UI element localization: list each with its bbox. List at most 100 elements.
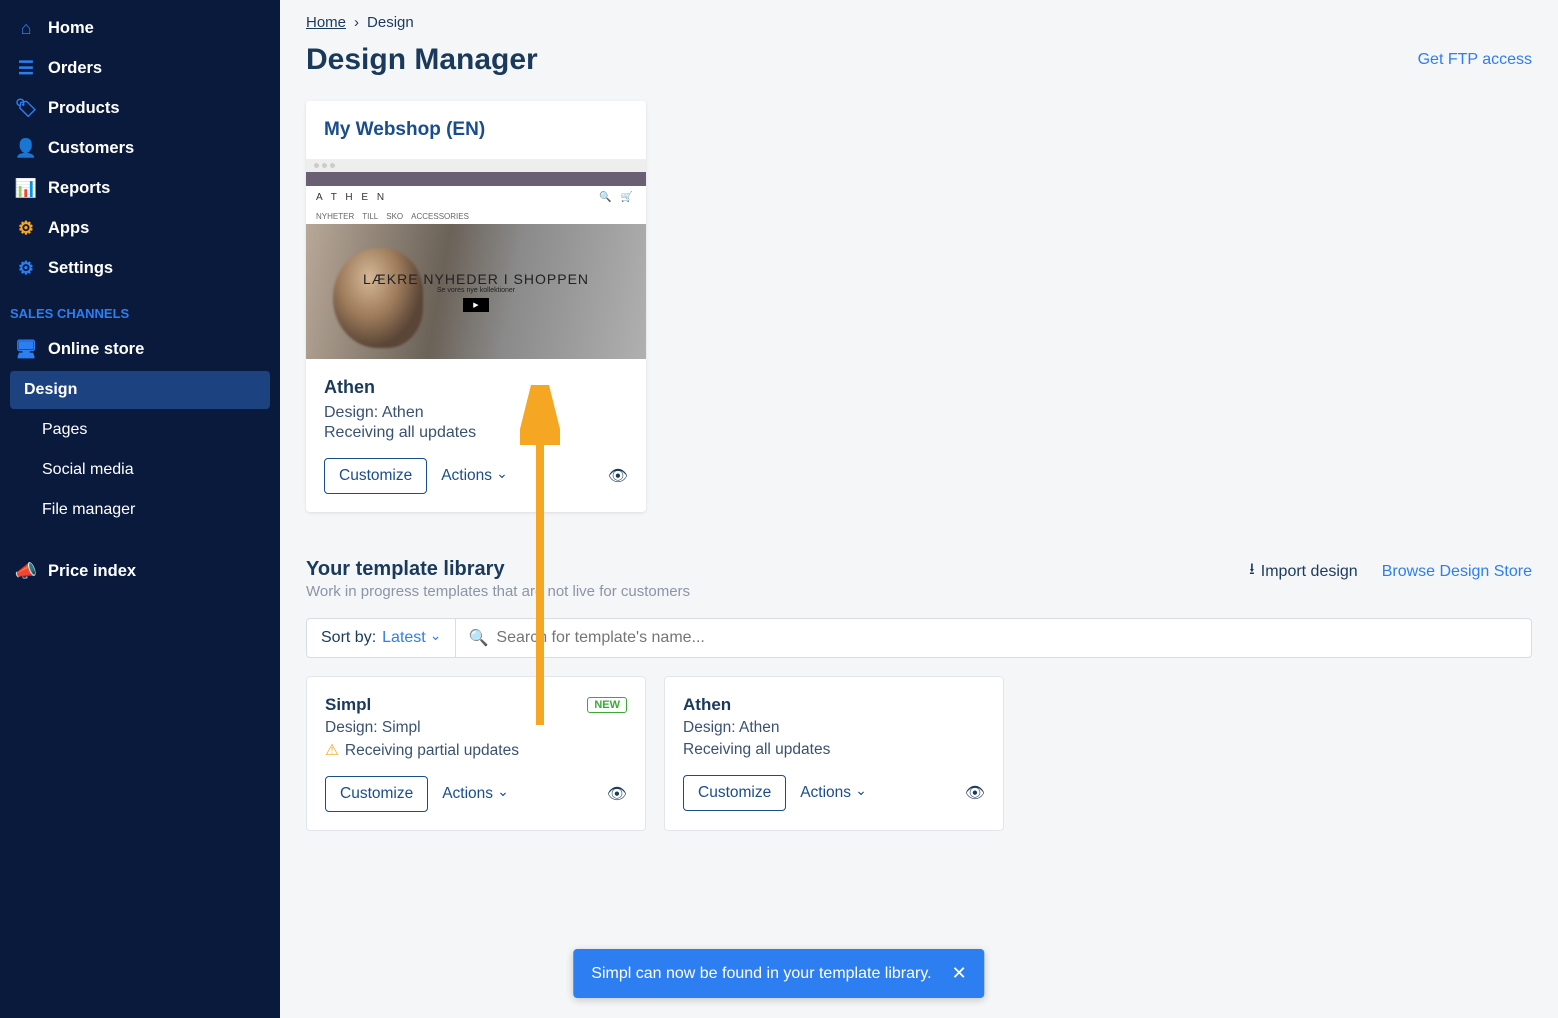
megaphone-icon: 📣 xyxy=(16,561,36,581)
toast-notification: Simpl can now be found in your template … xyxy=(573,949,984,998)
template-updates: ⚠Receiving partial updates xyxy=(325,741,627,760)
person-icon: 👤 xyxy=(16,138,36,158)
nav-apps[interactable]: ⚙ Apps xyxy=(0,208,280,248)
search-icon: 🔍 🛒 xyxy=(599,192,636,203)
breadcrumb-current: Design xyxy=(367,14,414,31)
subnav-design[interactable]: Design xyxy=(10,371,270,409)
sidebar: ⌂ Home ☰ Orders 🏷 Products 👤 Customers 📊 Repo… xyxy=(0,0,280,1018)
nav-apps-label: Apps xyxy=(48,219,89,238)
template-name: Simpl xyxy=(325,695,371,715)
breadcrumb-home[interactable]: Home xyxy=(306,14,346,31)
search-icon: 🔍 xyxy=(468,628,488,648)
preview-logo-text: A T H E N xyxy=(316,192,387,203)
card-actions: Customize Actions 👁 xyxy=(324,458,628,494)
search-input[interactable] xyxy=(496,629,1519,647)
library-title: Your template library xyxy=(306,558,690,581)
tag-icon: 🏷 xyxy=(16,98,36,118)
webshop-card-body: Athen Design: Athen Receiving all update… xyxy=(306,359,646,512)
breadcrumb: Home › Design xyxy=(306,14,1532,31)
sort-value: Latest xyxy=(382,629,426,647)
main-content: Home › Design Design Manager Get FTP acc… xyxy=(280,0,1558,1018)
library-subtitle: Work in progress templates that are not … xyxy=(306,583,690,600)
chevron-down-icon xyxy=(430,629,442,647)
breadcrumb-sep: › xyxy=(354,14,359,31)
library-header: Your template library Work in progress t… xyxy=(306,558,1532,600)
webshop-title: My Webshop (EN) xyxy=(306,101,646,159)
page-header: Design Manager Get FTP access xyxy=(306,43,1532,77)
preview-nav: NYHETERTILLSKOACCESSORIES xyxy=(306,209,646,224)
subnav-pages[interactable]: Pages xyxy=(10,411,270,449)
theme-updates: Receiving all updates xyxy=(324,424,628,442)
sort-dropdown[interactable]: Sort by: Latest xyxy=(307,619,456,657)
template-library-section: Your template library Work in progress t… xyxy=(306,558,1532,831)
preview-hero-btn: ▶ xyxy=(463,298,488,312)
chevron-down-icon xyxy=(496,467,508,485)
section-sales-channels: SALES CHANNELS xyxy=(0,288,280,329)
customize-button[interactable]: Customize xyxy=(325,776,428,812)
preview-eye-icon[interactable]: 👁 xyxy=(608,466,628,486)
customize-button[interactable]: Customize xyxy=(683,775,786,811)
nav-orders[interactable]: ☰ Orders xyxy=(0,48,280,88)
nav-products-label: Products xyxy=(48,99,120,118)
nav-customers-label: Customers xyxy=(48,139,134,158)
theme-name: Athen xyxy=(324,377,628,398)
import-design-button[interactable]: ⭳ Import design xyxy=(1249,558,1358,585)
nav-settings-label: Settings xyxy=(48,259,113,278)
nav-online-store[interactable]: 🖥 Online store xyxy=(0,329,280,369)
toast-message: Simpl can now be found in your template … xyxy=(591,965,931,983)
nav-home-label: Home xyxy=(48,19,94,38)
chevron-down-icon xyxy=(855,784,867,802)
preview-eye-icon[interactable]: 👁 xyxy=(607,784,627,804)
template-name: Athen xyxy=(683,695,731,715)
template-cards: Simpl NEW Design: Simpl ⚠Receiving parti… xyxy=(306,676,1532,831)
filter-bar: Sort by: Latest 🔍 xyxy=(306,618,1532,658)
nav-price-index-label: Price index xyxy=(48,562,136,581)
apps-icon: ⚙ xyxy=(16,218,36,238)
subnav-social-media[interactable]: Social media xyxy=(10,451,270,489)
import-label: Import design xyxy=(1261,563,1358,581)
browse-design-store-link[interactable]: Browse Design Store xyxy=(1382,563,1532,581)
chart-icon: 📊 xyxy=(16,178,36,198)
preview-eye-icon[interactable]: 👁 xyxy=(965,783,985,803)
actions-dropdown[interactable]: Actions xyxy=(441,467,508,485)
subnav-file-manager[interactable]: File manager xyxy=(10,491,270,529)
home-icon: ⌂ xyxy=(16,18,36,38)
nav-home[interactable]: ⌂ Home xyxy=(0,8,280,48)
nav-price-index[interactable]: 📣 Price index xyxy=(0,551,280,591)
nav-customers[interactable]: 👤 Customers xyxy=(0,128,280,168)
search-box: 🔍 xyxy=(456,619,1531,657)
actions-dropdown[interactable]: Actions xyxy=(442,785,509,803)
nav-reports-label: Reports xyxy=(48,179,110,198)
chevron-down-icon xyxy=(497,785,509,803)
customize-button[interactable]: Customize xyxy=(324,458,427,494)
sort-label: Sort by: xyxy=(321,629,376,647)
nav-reports[interactable]: 📊 Reports xyxy=(0,168,280,208)
preview-hero-sub: Se vores nye kollektioner xyxy=(437,287,515,294)
preview-window-dots xyxy=(306,159,646,172)
warning-icon: ⚠ xyxy=(325,741,339,760)
template-design: Design: Athen xyxy=(683,719,985,737)
nav-products[interactable]: 🏷 Products xyxy=(0,88,280,128)
orders-icon: ☰ xyxy=(16,58,36,78)
new-badge: NEW xyxy=(587,697,627,713)
gear-icon: ⚙ xyxy=(16,258,36,278)
preview-topbar xyxy=(306,172,646,186)
template-card-athen: Athen Design: Athen Receiving all update… xyxy=(664,676,1004,831)
nav-orders-label: Orders xyxy=(48,59,102,78)
webshop-card: My Webshop (EN) A T H E N 🔍 🛒 NYHETERTILL… xyxy=(306,101,646,512)
theme-design: Design: Athen xyxy=(324,404,628,422)
nav-online-store-label: Online store xyxy=(48,340,144,359)
template-updates: Receiving all updates xyxy=(683,741,985,759)
nav-settings[interactable]: ⚙ Settings xyxy=(0,248,280,288)
actions-label: Actions xyxy=(441,467,492,485)
store-icon: 🖥 xyxy=(16,339,36,359)
ftp-access-link[interactable]: Get FTP access xyxy=(1418,51,1532,69)
theme-preview[interactable]: A T H E N 🔍 🛒 NYHETERTILLSKOACCESSORIES L… xyxy=(306,159,646,359)
close-icon[interactable]: ✕ xyxy=(952,963,967,984)
preview-hero-text: LÆKRE NYHEDER I SHOPPEN xyxy=(363,271,589,287)
preview-hero: LÆKRE NYHEDER I SHOPPEN Se vores nye kol… xyxy=(306,224,646,359)
template-design: Design: Simpl xyxy=(325,719,627,737)
download-icon: ⭳ xyxy=(1249,558,1255,585)
page-title: Design Manager xyxy=(306,43,538,77)
actions-dropdown[interactable]: Actions xyxy=(800,784,867,802)
